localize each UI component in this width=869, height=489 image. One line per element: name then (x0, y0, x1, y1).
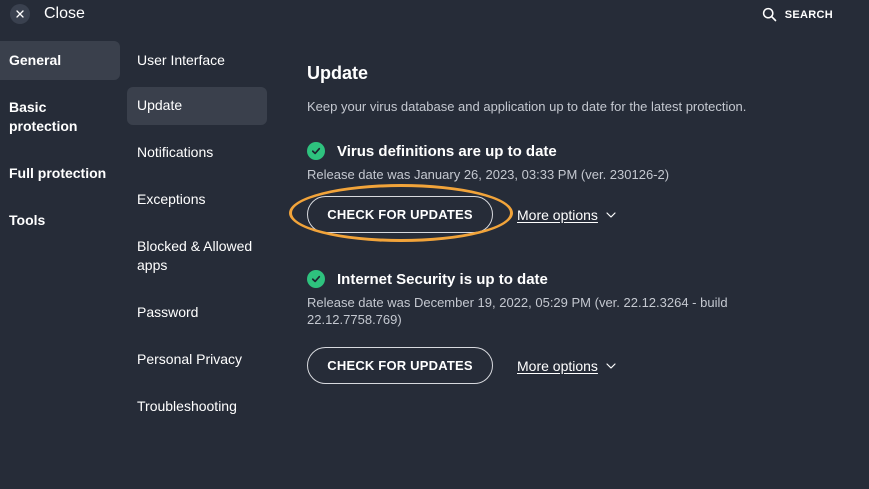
category-nav: General Basic protection Full protection… (0, 41, 120, 230)
internet-security-section: Internet Security is up to date Release … (307, 270, 847, 384)
close-label: Close (44, 5, 85, 22)
internet-security-release: Release date was December 19, 2022, 05:2… (307, 295, 728, 327)
subnav-update[interactable]: Update (127, 87, 267, 125)
subnav-password[interactable]: Password (127, 303, 267, 322)
check-icon (307, 270, 325, 288)
check-for-updates-button[interactable]: CHECK FOR UPDATES (307, 196, 493, 233)
subnav-exceptions[interactable]: Exceptions (127, 190, 267, 209)
subnav-troubleshooting[interactable]: Troubleshooting (127, 397, 267, 416)
close-icon (10, 4, 30, 24)
search-button[interactable]: SEARCH (762, 7, 833, 22)
category-general[interactable]: General (0, 41, 120, 80)
chevron-down-icon (606, 362, 616, 369)
search-label: SEARCH (784, 8, 833, 21)
subnav-user-interface[interactable]: User Interface (127, 41, 267, 70)
more-options-link[interactable]: More options (517, 207, 616, 223)
virus-definitions-status: Virus definitions are up to date (337, 142, 557, 160)
category-basic-protection[interactable]: Basic protection (0, 98, 120, 136)
search-icon (762, 7, 777, 22)
page-title: Update (307, 63, 369, 83)
more-options-link[interactable]: More options (517, 358, 616, 374)
settings-subnav: User Interface Update Notifications Exce… (127, 41, 267, 416)
close-button[interactable]: Close (10, 4, 85, 24)
check-for-updates-button[interactable]: CHECK FOR UPDATES (307, 347, 493, 384)
internet-security-status: Internet Security is up to date (337, 270, 548, 288)
more-options-label: More options (517, 206, 598, 223)
update-panel: Update Keep your virus database and appl… (289, 60, 847, 384)
virus-definitions-section: Virus definitions are up to date Release… (289, 142, 847, 242)
category-tools[interactable]: Tools (0, 211, 120, 230)
page-description: Keep your virus database and application… (307, 99, 747, 114)
category-full-protection[interactable]: Full protection (0, 164, 120, 183)
subnav-personal-privacy[interactable]: Personal Privacy (127, 350, 267, 369)
subnav-notifications[interactable]: Notifications (127, 143, 267, 162)
virus-definitions-release: Release date was January 26, 2023, 03:33… (307, 167, 670, 182)
chevron-down-icon (606, 211, 616, 218)
more-options-label: More options (517, 357, 598, 374)
top-bar: Close SEARCH (0, 0, 869, 32)
subnav-blocked-allowed-apps[interactable]: Blocked & Allowed apps (127, 237, 267, 275)
check-icon (307, 142, 325, 160)
